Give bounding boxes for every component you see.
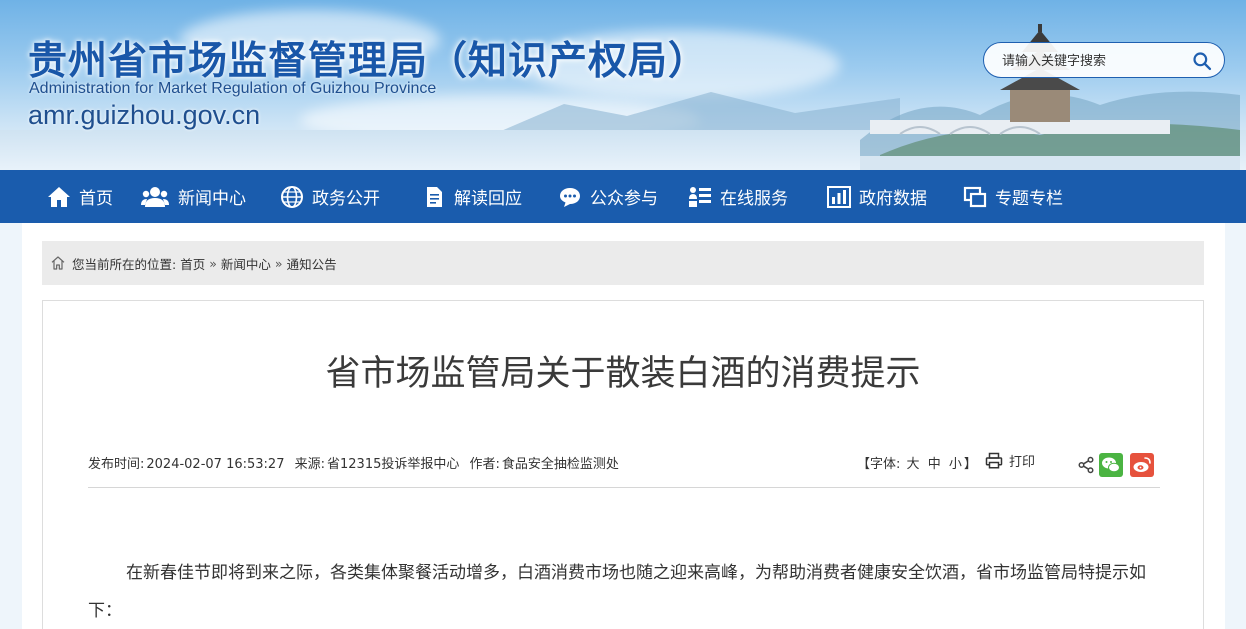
home-icon bbox=[48, 186, 70, 207]
font-size-control: 【字体: 大 中 小】 bbox=[857, 453, 977, 472]
nav-item-news[interactable]: 新闻中心 bbox=[140, 170, 246, 223]
wechat-share-button[interactable] bbox=[1099, 453, 1123, 477]
wechat-icon bbox=[1102, 457, 1120, 473]
nav-item-interpretation[interactable]: 解读回应 bbox=[422, 170, 522, 223]
article-meta: 发布时间: 2024-02-07 16:53:27 来源: 省12315投诉举报中心… bbox=[88, 453, 625, 472]
document-icon bbox=[427, 186, 442, 207]
breadcrumb: 您当前所在的位置: 首页 » 新闻中心 » 通知公告 bbox=[42, 241, 1204, 285]
nav-item-gov-affairs[interactable]: 政务公开 bbox=[280, 170, 380, 223]
meta-divider bbox=[88, 487, 1160, 488]
breadcrumb-link-news[interactable]: 新闻中心 bbox=[221, 254, 271, 273]
font-size-label: 【字体: bbox=[857, 457, 901, 472]
nav-item-label: 公众参与 bbox=[590, 189, 658, 209]
nav-item-label: 在线服务 bbox=[720, 189, 788, 209]
site-title: 贵州省市场监督管理局（知识产权局） bbox=[28, 39, 709, 84]
printer-icon bbox=[985, 452, 1003, 468]
nav-item-participation[interactable]: 公众参与 bbox=[558, 170, 658, 223]
nav-item-label: 政务公开 bbox=[312, 189, 380, 209]
font-size-medium[interactable]: 中 bbox=[928, 457, 941, 472]
nav-item-online-service[interactable]: 在线服务 bbox=[688, 170, 788, 223]
search-box bbox=[983, 42, 1225, 78]
chat-icon bbox=[560, 187, 580, 207]
print-label: 打印 bbox=[1009, 455, 1036, 470]
share-icon[interactable] bbox=[1077, 456, 1095, 474]
nav-item-gov-data[interactable]: 政府数据 bbox=[827, 170, 927, 223]
author-value: 食品安全抽检监测处 bbox=[501, 457, 619, 472]
font-size-close: 】 bbox=[963, 457, 977, 472]
publish-label: 发布时间: bbox=[88, 457, 145, 472]
nav-item-home[interactable]: 首页 bbox=[47, 170, 113, 223]
article-body: 在新春佳节即将到来之际，各类集体聚餐活动增多，白酒消费市场也随之迎来高峰，为帮助… bbox=[88, 563, 1146, 621]
source-value: 省12315投诉举报中心 bbox=[327, 457, 460, 472]
weibo-icon bbox=[1133, 457, 1151, 472]
main-nav: 首页 新闻中心 政务公开 解读回应 公众参与 在线服务 政府数据 专题专栏 bbox=[0, 170, 1246, 223]
globe-icon bbox=[281, 185, 303, 208]
service-list-icon bbox=[689, 186, 711, 207]
people-icon bbox=[141, 186, 169, 207]
weibo-share-button[interactable] bbox=[1130, 453, 1154, 477]
breadcrumb-prefix: 您当前所在的位置: bbox=[72, 256, 177, 272]
breadcrumb-separator: » bbox=[274, 255, 283, 271]
windows-icon bbox=[963, 186, 987, 207]
article-panel: 省市场监管局关于散装白酒的消费提示 发布时间: 2024-02-07 16:53:… bbox=[42, 300, 1204, 629]
article-title: 省市场监管局关于散装白酒的消费提示 bbox=[325, 354, 921, 394]
author-label: 作者: bbox=[469, 457, 500, 472]
breadcrumb-link-notices[interactable]: 通知公告 bbox=[287, 254, 337, 273]
site-domain: amr.guizhou.gov.cn bbox=[28, 100, 261, 130]
nav-item-label: 新闻中心 bbox=[178, 189, 246, 209]
home-outline-icon bbox=[51, 256, 65, 270]
print-button[interactable]: 打印 bbox=[985, 451, 1035, 470]
font-size-small[interactable]: 小 bbox=[949, 457, 962, 472]
nav-item-label: 解读回应 bbox=[454, 189, 522, 209]
font-size-large[interactable]: 大 bbox=[907, 457, 920, 472]
bar-chart-icon bbox=[827, 185, 851, 208]
nav-item-label: 政府数据 bbox=[859, 189, 927, 209]
search-input[interactable] bbox=[1002, 51, 1182, 71]
site-subtitle: Administration for Market Regulation of … bbox=[29, 80, 437, 97]
nav-item-label: 专题专栏 bbox=[995, 189, 1063, 209]
publish-time: 2024-02-07 16:53:27 bbox=[146, 457, 285, 472]
source-label: 来源: bbox=[294, 457, 325, 472]
nav-item-label: 首页 bbox=[79, 189, 113, 209]
header-banner: 贵州省市场监督管理局（知识产权局） Administration for Mar… bbox=[0, 0, 1246, 170]
breadcrumb-link-home[interactable]: 首页 bbox=[180, 254, 205, 273]
breadcrumb-separator: » bbox=[209, 255, 217, 271]
search-icon[interactable] bbox=[1192, 51, 1212, 71]
nav-item-special-topics[interactable]: 专题专栏 bbox=[963, 170, 1063, 223]
